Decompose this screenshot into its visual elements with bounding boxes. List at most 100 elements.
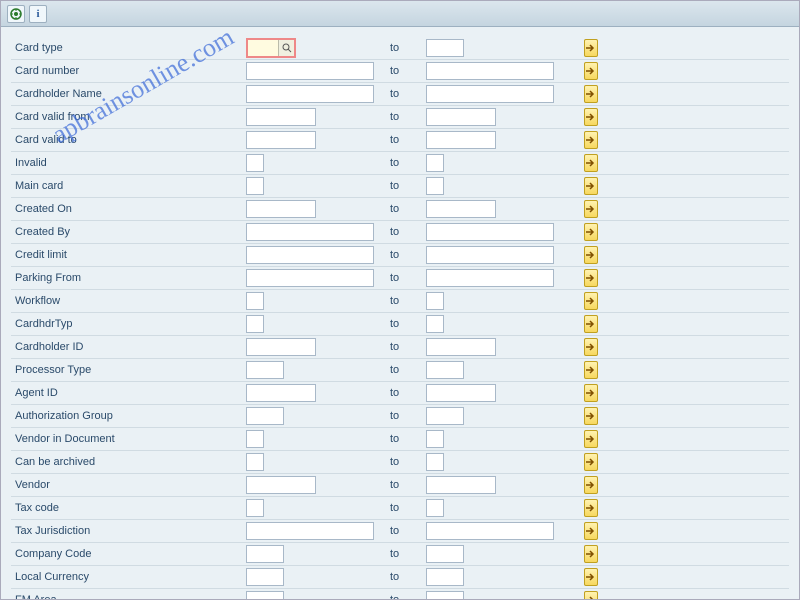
card-number-to-input[interactable] bbox=[426, 62, 554, 80]
tax-code-multiple-selection-button[interactable] bbox=[584, 499, 598, 517]
fm-area-multiple-selection-button[interactable] bbox=[584, 591, 598, 600]
credit-limit-to-input[interactable] bbox=[426, 246, 554, 264]
authorization-group-to-input[interactable] bbox=[426, 407, 464, 425]
local-currency-from-input[interactable] bbox=[246, 568, 284, 586]
tax-jurisdiction-from-cell bbox=[246, 522, 386, 540]
cardholder-id-from-input[interactable] bbox=[246, 338, 316, 356]
card-number-multiple-selection-button[interactable] bbox=[584, 62, 598, 80]
card-type-button-cell bbox=[566, 39, 596, 57]
parking-from-from-input[interactable] bbox=[246, 269, 374, 287]
workflow-to-input[interactable] bbox=[426, 292, 444, 310]
workflow-from-input[interactable] bbox=[246, 292, 264, 310]
credit-limit-multiple-selection-button[interactable] bbox=[584, 246, 598, 264]
field-row-credit-limit: Credit limitto bbox=[11, 244, 789, 267]
card-type-search-help-button[interactable] bbox=[278, 40, 294, 56]
main-card-from-input[interactable] bbox=[246, 177, 264, 195]
vendor-in-document-label: Vendor in Document bbox=[11, 433, 246, 445]
main-card-to-input[interactable] bbox=[426, 177, 444, 195]
info-button[interactable]: i bbox=[29, 5, 47, 23]
agent-id-multiple-selection-button[interactable] bbox=[584, 384, 598, 402]
fm-area-from-input[interactable] bbox=[246, 591, 284, 600]
cardholder-name-from-input[interactable] bbox=[246, 85, 374, 103]
created-by-label: Created By bbox=[11, 226, 246, 238]
invalid-to-input[interactable] bbox=[426, 154, 444, 172]
local-currency-to-input[interactable] bbox=[426, 568, 464, 586]
cardhdrtyp-multiple-selection-button[interactable] bbox=[584, 315, 598, 333]
field-row-card-number: Card numberto bbox=[11, 60, 789, 83]
tax-code-button-cell bbox=[566, 499, 596, 517]
authorization-group-multiple-selection-button[interactable] bbox=[584, 407, 598, 425]
card-type-label: Card type bbox=[11, 42, 246, 54]
card-type-from-input[interactable] bbox=[248, 40, 278, 56]
processor-type-multiple-selection-button[interactable] bbox=[584, 361, 598, 379]
vendor-to-input[interactable] bbox=[426, 476, 496, 494]
cardhdrtyp-from-cell bbox=[246, 315, 386, 333]
cardholder-id-to-input[interactable] bbox=[426, 338, 496, 356]
card-valid-to-multiple-selection-button[interactable] bbox=[584, 131, 598, 149]
execute-button[interactable] bbox=[7, 5, 25, 23]
parking-from-multiple-selection-button[interactable] bbox=[584, 269, 598, 287]
card-valid-from-to-cell bbox=[426, 108, 566, 126]
processor-type-from-input[interactable] bbox=[246, 361, 284, 379]
created-on-from-input[interactable] bbox=[246, 200, 316, 218]
vendor-multiple-selection-button[interactable] bbox=[584, 476, 598, 494]
tax-code-to-input[interactable] bbox=[426, 499, 444, 517]
parking-from-to-label: to bbox=[386, 272, 426, 284]
tax-jurisdiction-multiple-selection-button[interactable] bbox=[584, 522, 598, 540]
cardholder-id-multiple-selection-button[interactable] bbox=[584, 338, 598, 356]
main-card-multiple-selection-button[interactable] bbox=[584, 177, 598, 195]
agent-id-to-input[interactable] bbox=[426, 384, 496, 402]
card-number-from-input[interactable] bbox=[246, 62, 374, 80]
main-card-to-cell bbox=[426, 177, 566, 195]
vendor-in-document-multiple-selection-button[interactable] bbox=[584, 430, 598, 448]
card-valid-from-from-input[interactable] bbox=[246, 108, 316, 126]
agent-id-from-input[interactable] bbox=[246, 384, 316, 402]
tax-jurisdiction-from-input[interactable] bbox=[246, 522, 374, 540]
local-currency-label: Local Currency bbox=[11, 571, 246, 583]
created-by-to-input[interactable] bbox=[426, 223, 554, 241]
created-on-multiple-selection-button[interactable] bbox=[584, 200, 598, 218]
parking-from-to-input[interactable] bbox=[426, 269, 554, 287]
created-by-multiple-selection-button[interactable] bbox=[584, 223, 598, 241]
vendor-in-document-to-input[interactable] bbox=[426, 430, 444, 448]
field-row-authorization-group: Authorization Groupto bbox=[11, 405, 789, 428]
created-on-to-input[interactable] bbox=[426, 200, 496, 218]
fm-area-to-input[interactable] bbox=[426, 591, 464, 600]
card-valid-from-to-input[interactable] bbox=[426, 108, 496, 126]
field-row-processor-type: Processor Typeto bbox=[11, 359, 789, 382]
tax-code-from-input[interactable] bbox=[246, 499, 264, 517]
created-by-from-input[interactable] bbox=[246, 223, 374, 241]
authorization-group-label: Authorization Group bbox=[11, 410, 246, 422]
can-be-archived-multiple-selection-button[interactable] bbox=[584, 453, 598, 471]
vendor-in-document-from-input[interactable] bbox=[246, 430, 264, 448]
card-type-to-input[interactable] bbox=[426, 39, 464, 57]
workflow-multiple-selection-button[interactable] bbox=[584, 292, 598, 310]
tax-jurisdiction-to-input[interactable] bbox=[426, 522, 554, 540]
cardholder-name-multiple-selection-button[interactable] bbox=[584, 85, 598, 103]
local-currency-multiple-selection-button[interactable] bbox=[584, 568, 598, 586]
can-be-archived-from-input[interactable] bbox=[246, 453, 264, 471]
card-type-multiple-selection-button[interactable] bbox=[584, 39, 598, 57]
can-be-archived-to-label: to bbox=[386, 456, 426, 468]
vendor-from-input[interactable] bbox=[246, 476, 316, 494]
authorization-group-from-input[interactable] bbox=[246, 407, 284, 425]
card-valid-to-from-input[interactable] bbox=[246, 131, 316, 149]
arrow-right-icon bbox=[585, 549, 597, 559]
processor-type-to-input[interactable] bbox=[426, 361, 464, 379]
local-currency-button-cell bbox=[566, 568, 596, 586]
can-be-archived-to-input[interactable] bbox=[426, 453, 444, 471]
company-code-from-input[interactable] bbox=[246, 545, 284, 563]
credit-limit-from-input[interactable] bbox=[246, 246, 374, 264]
card-valid-to-button-cell bbox=[566, 131, 596, 149]
cardholder-name-to-input[interactable] bbox=[426, 85, 554, 103]
card-valid-from-multiple-selection-button[interactable] bbox=[584, 108, 598, 126]
invalid-multiple-selection-button[interactable] bbox=[584, 154, 598, 172]
company-code-to-input[interactable] bbox=[426, 545, 464, 563]
cardhdrtyp-from-input[interactable] bbox=[246, 315, 264, 333]
company-code-multiple-selection-button[interactable] bbox=[584, 545, 598, 563]
card-valid-to-to-input[interactable] bbox=[426, 131, 496, 149]
invalid-from-input[interactable] bbox=[246, 154, 264, 172]
cardhdrtyp-to-input[interactable] bbox=[426, 315, 444, 333]
processor-type-to-cell bbox=[426, 361, 566, 379]
created-on-from-cell bbox=[246, 200, 386, 218]
